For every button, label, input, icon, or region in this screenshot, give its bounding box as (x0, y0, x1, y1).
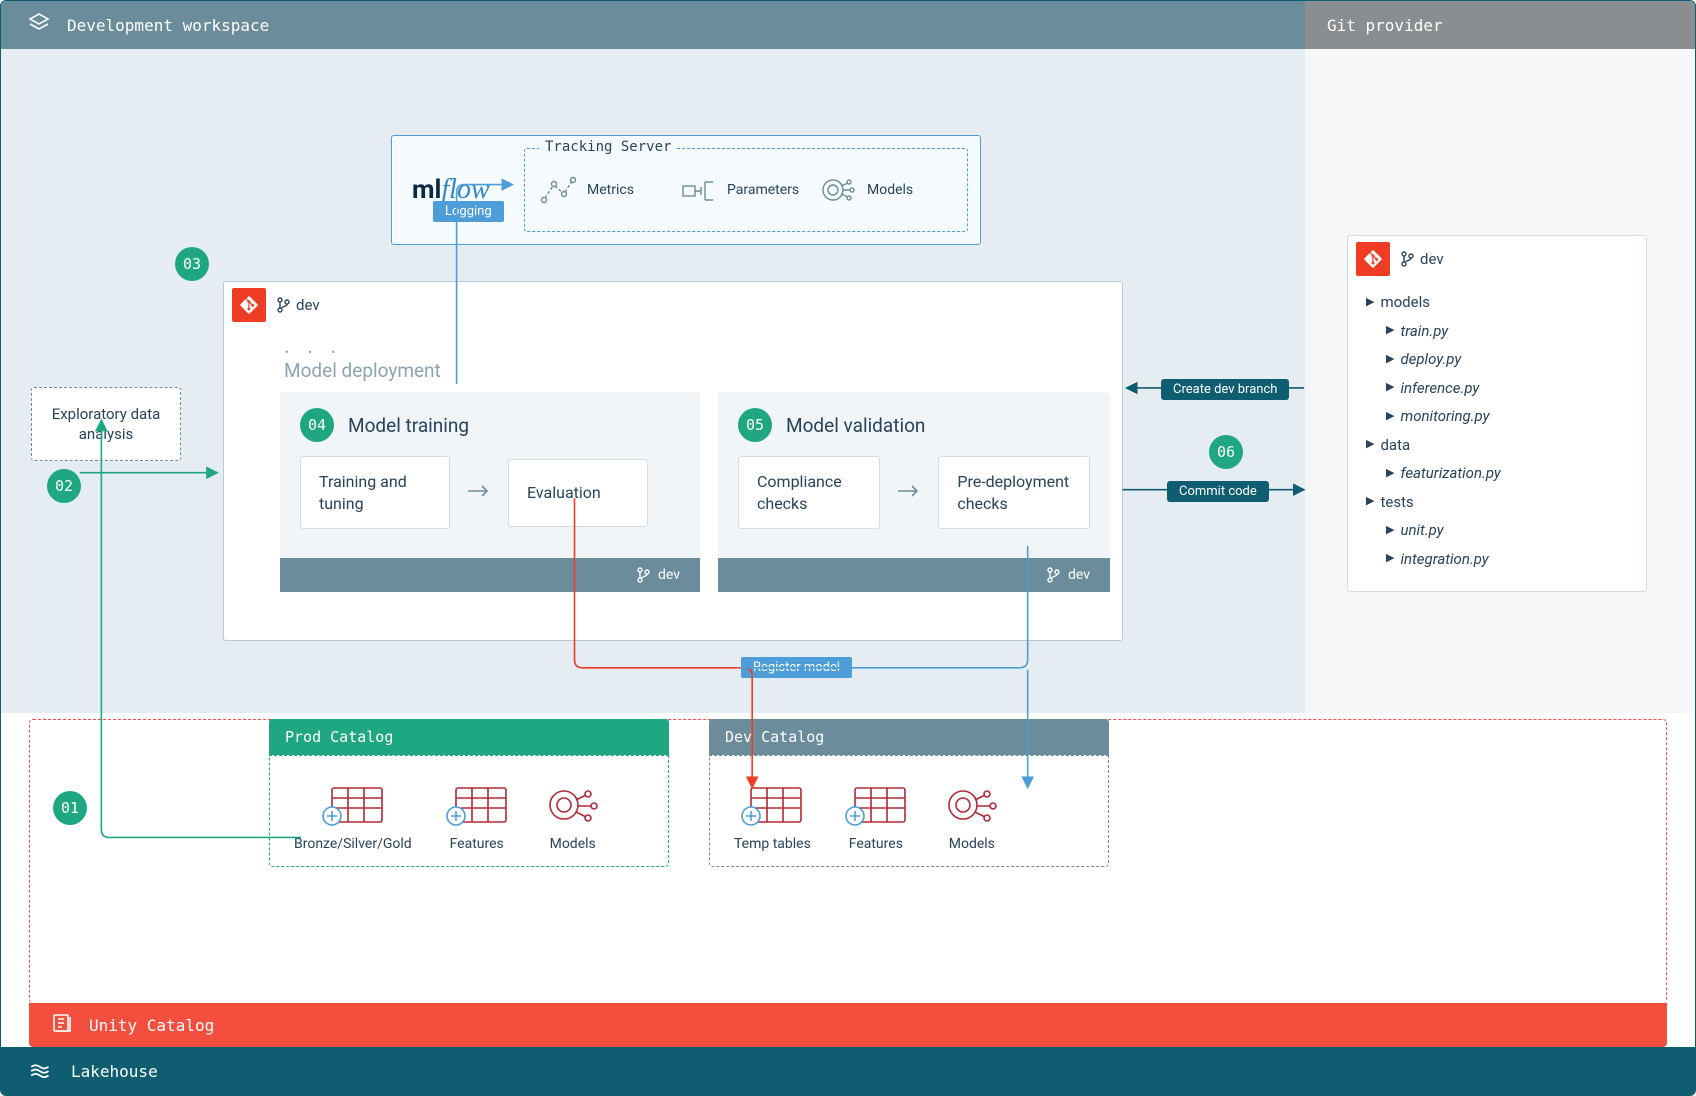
main-repo-card: dev . . . Model deployment 04 Model trai… (223, 281, 1123, 641)
unity-catalog-band: Unity Catalog (29, 1003, 1667, 1047)
catalog-icon (51, 1011, 75, 1039)
lakehouse-label: Lakehouse (71, 1062, 158, 1081)
box-evaluation: Evaluation (508, 459, 648, 527)
git-provider-body: dev ▶models▶train.py▶deploy.py▶inference… (1305, 49, 1695, 713)
workspace-header: Development workspace (1, 1, 1305, 49)
tracking-server-label: Tracking Server (539, 139, 677, 155)
pill-commit-code: Commit code (1167, 481, 1269, 502)
git-repo-card: dev ▶models▶train.py▶deploy.py▶inference… (1347, 235, 1647, 592)
step-01: 01 (53, 791, 87, 825)
layers-icon (27, 11, 51, 39)
main-branch-label: dev (276, 296, 320, 314)
tree-item: ▶inference.py (1366, 374, 1628, 403)
step-02: 02 (47, 469, 81, 503)
tracking-server: Tracking Server Metrics Parameters Model… (524, 148, 968, 232)
step-03: 03 (175, 247, 209, 281)
box-predeploy: Pre-deployment checks (938, 456, 1090, 529)
lakehouse-icon (29, 1056, 55, 1086)
repo-tree: ▶models▶train.py▶deploy.py▶inference.py▶… (1348, 282, 1646, 579)
tree-item: ▶integration.py (1366, 545, 1628, 574)
pill-register-model: Register model (741, 657, 852, 678)
dev-catalog: Dev Catalog Temp tables Features Models (709, 719, 1109, 867)
tree-item: ▶data (1366, 431, 1628, 460)
step-06: 06 (1209, 435, 1243, 469)
prod-tables: Bronze/Silver/Gold (294, 782, 412, 852)
dev-temp-tables: Temp tables (734, 782, 811, 852)
workspace-body: mlflow Tracking Server Metrics Parameter… (1, 49, 1305, 713)
workspace-title: Development workspace (67, 16, 269, 35)
dev-features: Features (845, 782, 907, 852)
ellipsis: . . . (224, 328, 1122, 359)
step-05: 05 (738, 408, 772, 442)
tracking-models: Models (819, 172, 953, 208)
prod-catalog: Prod Catalog Bronze/Silver/Gold Features… (269, 719, 669, 867)
tree-item: ▶monitoring.py (1366, 402, 1628, 431)
git-icon (232, 288, 266, 322)
git-provider-title: Git provider (1327, 16, 1443, 35)
tree-item: ▶models (1366, 288, 1628, 317)
logging-pill: Logging (433, 201, 504, 222)
eda-box: Exploratory data analysis (31, 387, 181, 461)
box-training-tuning: Training and tuning (300, 456, 450, 529)
dev-models: Models (941, 782, 1003, 852)
tree-item: ▶unit.py (1366, 516, 1628, 545)
unity-catalog-label: Unity Catalog (89, 1016, 214, 1035)
repo-branch-label: dev (1400, 250, 1444, 268)
step-04: 04 (300, 408, 334, 442)
arrow-icon (468, 483, 490, 502)
pill-create-branch: Create dev branch (1161, 379, 1289, 400)
mlflow-box: mlflow Tracking Server Metrics Parameter… (391, 135, 981, 245)
stage-model-training: 04 Model training Training and tuning Ev… (280, 392, 700, 592)
model-deployment-label: Model deployment (224, 359, 1122, 390)
prod-catalog-header: Prod Catalog (269, 719, 669, 755)
tree-item: ▶tests (1366, 488, 1628, 517)
git-icon (1356, 242, 1390, 276)
tree-item: ▶train.py (1366, 317, 1628, 346)
dev-catalog-header: Dev Catalog (709, 719, 1109, 755)
prod-models: Models (542, 782, 604, 852)
tracking-parameters: Parameters (679, 172, 813, 208)
box-compliance: Compliance checks (738, 456, 880, 529)
stage-model-validation: 05 Model validation Compliance checks Pr… (718, 392, 1110, 592)
prod-features: Features (446, 782, 508, 852)
git-provider-header: Git provider (1305, 1, 1695, 49)
tree-item: ▶featurization.py (1366, 459, 1628, 488)
lakehouse-content: Prod Catalog Bronze/Silver/Gold Features… (29, 719, 1667, 1003)
lakehouse-bar: Lakehouse (1, 1047, 1695, 1095)
tree-item: ▶deploy.py (1366, 345, 1628, 374)
arrow-icon (898, 483, 920, 502)
tracking-metrics: Metrics (539, 172, 673, 208)
